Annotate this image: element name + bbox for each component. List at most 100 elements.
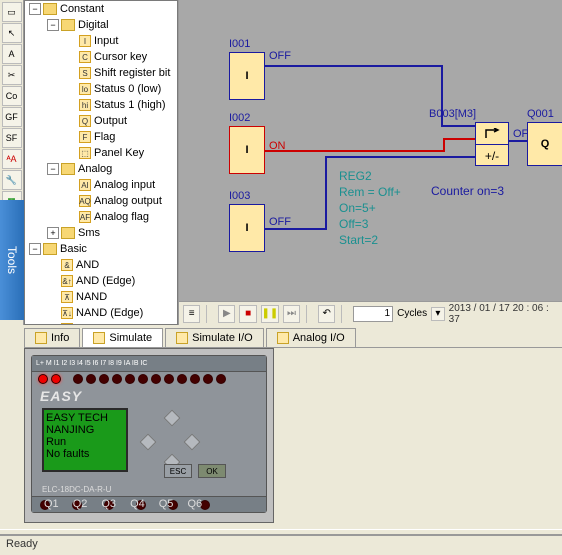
led-i8[interactable] [164,374,174,384]
tree-label: Sms [78,227,100,239]
cycles-dropdown[interactable]: ▾ [431,307,445,321]
lcd-line: No faults [46,448,124,460]
tree-leaf[interactable]: loStatus 0 (low) [25,81,177,97]
dpad-right[interactable] [184,434,201,451]
led-i6[interactable] [138,374,148,384]
tree-label: Status 0 (low) [94,83,161,95]
play-button[interactable]: ▶ [218,305,235,323]
tree-digital[interactable]: −Digital [25,17,177,33]
terminal-labels-top: L+ M I1 I2 I3 I4 I5 I6 I7 I8 I9 IA IB IC [32,360,147,367]
collapse-icon[interactable]: − [47,163,59,175]
leaf-icon: ⊼ [61,291,73,303]
tree-scroll[interactable]: −Constant −Digital IInput CCursor key SS… [25,1,177,324]
pause-button[interactable]: ❚❚ [261,305,279,323]
leaf-icon: F [79,131,91,143]
leaf-icon: AQ [79,195,91,207]
tree-leaf[interactable]: hiStatus 1 (high) [25,97,177,113]
tree-leaf[interactable]: AIAnalog input [25,177,177,193]
tree-leaf[interactable]: ⊼NAND [25,289,177,305]
tree-leaf[interactable]: AFAnalog flag [25,209,177,225]
tree-leaf[interactable]: CCursor key [25,49,177,65]
stop-button[interactable]: ■ [239,305,256,323]
wire [265,65,443,67]
counter-top-icon [476,123,508,145]
tool-co[interactable]: Co [2,86,22,106]
tree-leaf[interactable]: QOutput [25,113,177,129]
tree-constant[interactable]: −Constant [25,1,177,17]
led-i9[interactable] [177,374,187,384]
tree-leaf[interactable]: &↑AND (Edge) [25,273,177,289]
block-i002[interactable]: I [229,126,265,174]
dpad-left[interactable] [140,434,157,451]
block-q001[interactable]: Q [527,122,562,166]
led-i7[interactable] [151,374,161,384]
block-b003[interactable]: +/- [475,122,509,166]
tree-sms[interactable]: + Sms [25,225,177,241]
block-label: B003[M3] [429,108,476,120]
state-text: OFF [269,216,291,228]
tree-label: Analog input [94,179,155,191]
tab-simulate-io[interactable]: Simulate I/O [165,328,264,347]
tab-simulate[interactable]: Simulate [82,328,163,347]
reg-line: Rem = Off+ [339,184,401,200]
collapse-icon[interactable]: − [29,3,41,15]
wire [443,138,475,140]
tree-analog[interactable]: −Analog [25,161,177,177]
nav-btn[interactable]: ≡ [183,305,200,323]
tool-cut[interactable]: ✂ [2,65,22,85]
cycles-input[interactable] [353,306,393,322]
tree-leaf[interactable]: &AND [25,257,177,273]
tool-gf[interactable]: GF [2,107,22,127]
tree-label: Flag [94,131,115,143]
diagram-canvas[interactable]: I001 I OFF I002 I ON I003 I OFF B003[M [179,0,562,301]
tool-cursor[interactable]: ↖ [2,23,22,43]
led-ib[interactable] [203,374,213,384]
tool-btn-1[interactable]: ▭ [2,2,22,22]
tool-sf[interactable]: SF [2,128,22,148]
tree-leaf[interactable]: ⊼↓NAND (Edge) [25,305,177,321]
tree-label: Shift register bit [94,67,170,79]
led-i1[interactable] [73,374,83,384]
leaf-icon: lo [79,83,91,95]
step-button[interactable]: ⏭ [283,305,300,323]
tab-info[interactable]: Info [24,328,80,347]
wire [325,156,475,158]
wire [509,140,527,142]
lcd-line: NANJING [46,424,124,436]
collapse-icon[interactable]: − [47,19,59,31]
folder-icon [61,163,75,175]
led-i5[interactable] [125,374,135,384]
block-label: Q001 [527,108,554,120]
tools-tab[interactable]: Tools [0,200,24,320]
tree-label: Panel Key [94,147,144,159]
led-ic[interactable] [216,374,226,384]
tree-leaf[interactable]: SShift register bit [25,65,177,81]
leaf-icon: hi [79,99,91,111]
leaf-icon: ≥1 [61,323,73,324]
tool-text[interactable]: A [2,44,22,64]
dpad-up[interactable] [164,410,181,427]
led-l [38,374,48,384]
esc-button[interactable]: ESC [164,464,192,478]
block-i001[interactable]: I [229,52,265,100]
led-i3[interactable] [99,374,109,384]
tool-wrench[interactable]: 🔧 [2,170,22,190]
collapse-icon[interactable]: − [29,243,41,255]
led-ia[interactable] [190,374,200,384]
tool-label-a[interactable]: ᴬA [2,149,22,169]
block-label: I001 [229,38,250,50]
expand-icon[interactable]: + [47,227,59,239]
led-i2[interactable] [86,374,96,384]
tree-leaf[interactable]: AQAnalog output [25,193,177,209]
tab-analog-io[interactable]: Analog I/O [266,328,356,347]
ok-button[interactable]: OK [198,464,226,478]
folder-icon [61,19,75,31]
tree-leaf[interactable]: ⬚Panel Key [25,145,177,161]
tree-leaf[interactable]: FFlag [25,129,177,145]
tree-leaf-input[interactable]: IInput [25,33,177,49]
tree-leaf[interactable]: ≥1OR [25,321,177,324]
undo-button[interactable]: ↶ [318,305,335,323]
led-i4[interactable] [112,374,122,384]
tree-basic[interactable]: −Basic [25,241,177,257]
block-i003[interactable]: I [229,204,265,252]
